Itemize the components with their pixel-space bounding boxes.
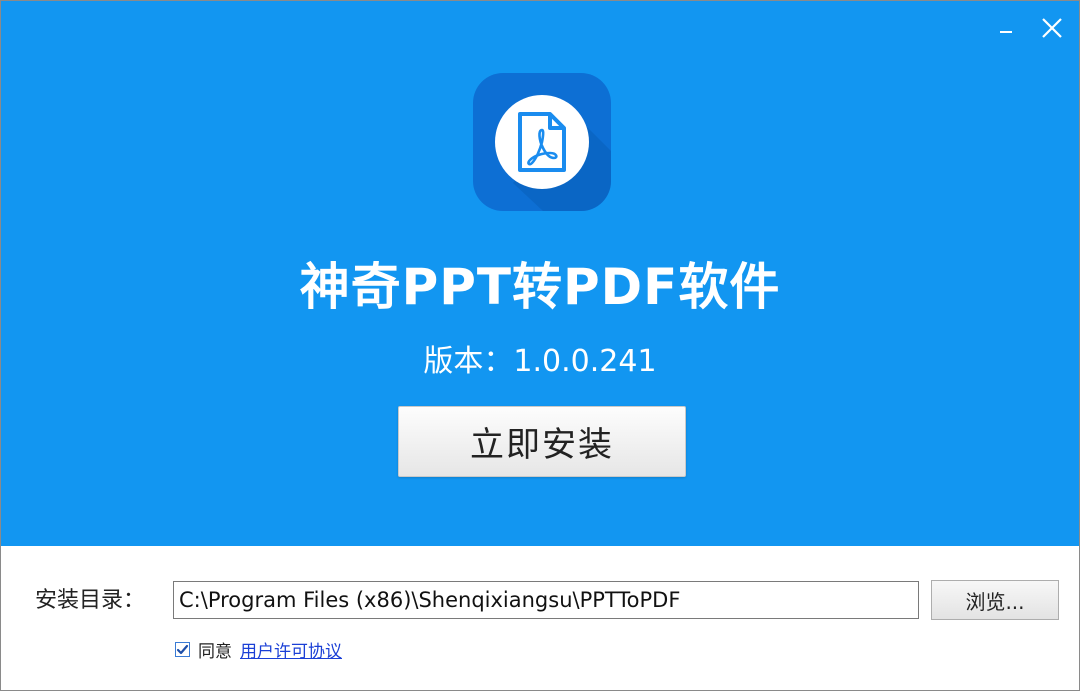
license-agreement-link[interactable]: 用户许可协议	[240, 637, 342, 662]
app-title: 神奇PPT转PDF软件	[299, 258, 781, 316]
minimize-button[interactable]	[991, 13, 1021, 43]
hero-banner: 神奇PPT转PDF软件 版本：1.0.0.241 立即安装	[1, 1, 1079, 546]
install-now-button[interactable]: 立即安装	[398, 406, 686, 477]
logo-circle	[495, 95, 589, 189]
agree-label: 同意	[198, 641, 232, 662]
install-dir-label: 安装目录：	[35, 588, 146, 613]
app-logo	[473, 73, 611, 211]
close-icon	[1042, 18, 1062, 38]
close-button[interactable]	[1037, 13, 1067, 43]
version-text: 版本：1.0.0.241	[423, 344, 657, 379]
agree-checkbox[interactable]	[175, 641, 190, 657]
checkmark-icon	[176, 644, 189, 654]
install-path-input[interactable]	[173, 581, 919, 619]
license-agree-row: 同意 用户许可协议	[175, 637, 342, 662]
browse-button[interactable]: 浏览...	[931, 580, 1059, 620]
pdf-file-icon	[518, 112, 566, 172]
minimize-icon	[1000, 31, 1012, 33]
installer-window: 神奇PPT转PDF软件 版本：1.0.0.241 立即安装 安装目录： 浏览..…	[0, 0, 1080, 691]
